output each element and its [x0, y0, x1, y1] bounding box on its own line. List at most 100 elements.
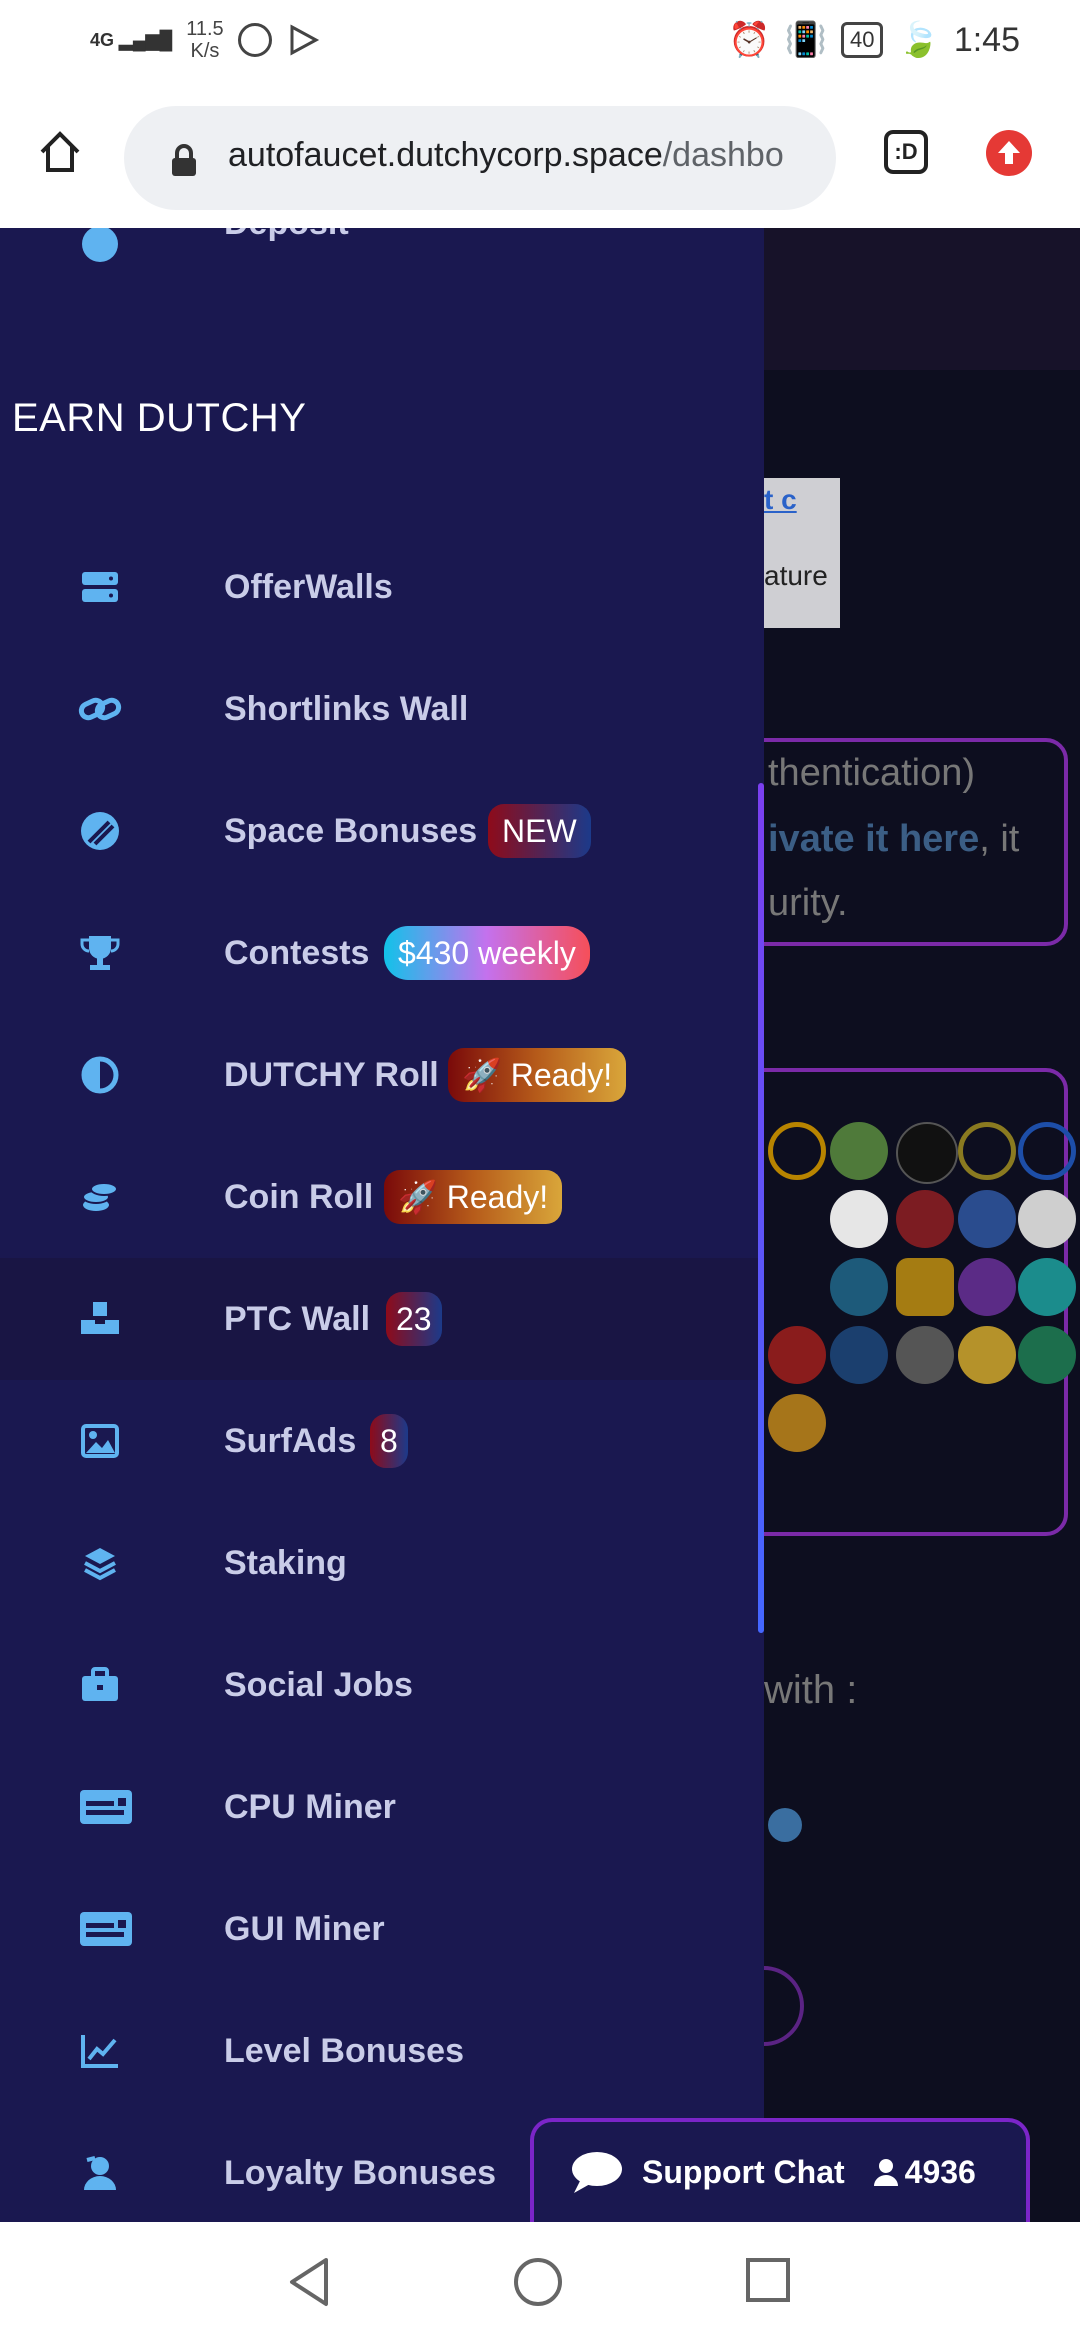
section-title: EARN DUTCHY [12, 396, 307, 440]
sidebar-item-deposit[interactable]: Deposit [0, 228, 764, 272]
sidebar-item-label: CPU Miner [224, 1787, 396, 1826]
coins-card [764, 1068, 1076, 1536]
coins-icon [78, 1175, 122, 1219]
sidebar-item-label: SurfAds [224, 1421, 357, 1460]
notice-link-fragment: t c [764, 484, 797, 515]
rocket-icon: 🚀 [398, 1179, 438, 1215]
speed-unit: K/s [190, 40, 220, 62]
battery-indicator: 40 [840, 22, 884, 58]
chart-line-icon [78, 2029, 122, 2073]
coin-icon [768, 1326, 826, 1384]
ready-badge: 🚀 Ready! [384, 1170, 563, 1224]
leaf-icon: 🍃 [897, 21, 940, 59]
count-badge: 23 [386, 1292, 442, 1346]
drawer-scrollbar[interactable] [758, 783, 764, 1633]
id-card-icon [78, 1785, 134, 1829]
sidebar-item-cpu-miner[interactable]: CPU Miner [0, 1746, 764, 1868]
coin-icon [958, 1190, 1016, 1248]
coin-icon [830, 1258, 888, 1316]
sidebar-item-coin-roll[interactable]: Coin Roll 🚀 Ready! [0, 1136, 764, 1258]
zcash-icon [768, 1394, 826, 1452]
sidebar-item-offerwalls[interactable]: OfferWalls [0, 526, 764, 648]
status-bar: 4G ▂▄▆█ 11.5 K/s ⏰ 📳 40 🍃 1:45 [0, 0, 1080, 84]
prize-badge: $430 weekly [384, 926, 590, 980]
sidebar-item-ptc-wall[interactable]: PTC Wall 23 [0, 1258, 764, 1380]
sidebar-item-shortlinks-wall[interactable]: Shortlinks Wall [0, 648, 764, 770]
vibrate-icon: 📳 [784, 21, 827, 59]
sidebar-item-label: Space Bonuses [224, 811, 478, 850]
image-icon [78, 1419, 122, 1463]
pancake-icon [1018, 1258, 1076, 1316]
system-nav-bar [0, 2222, 1080, 2340]
background-page: t c ature thentication) ivate it here, i… [764, 228, 1080, 2228]
network-speed: 11.5 K/s [186, 18, 223, 62]
online-count-value: 4936 [904, 2153, 976, 2190]
back-icon[interactable] [286, 2256, 332, 2308]
url-bar[interactable]: autofaucet.dutchycorp.space/dashbo [124, 106, 836, 210]
sidebar-item-label: DUTCHY Roll [224, 1055, 439, 1094]
plus-circle-icon [78, 228, 122, 266]
ready-badge: 🚀 Ready! [448, 1048, 627, 1102]
signal-type: 4G [90, 30, 115, 50]
bg-with-text: with : [764, 1668, 858, 1712]
user-heart-icon [78, 2151, 122, 2195]
sidebar-item-label: Shortlinks Wall [224, 689, 469, 728]
gear-icon [768, 1808, 802, 1842]
online-count: 4936 [873, 2154, 976, 2191]
server-icon [78, 565, 122, 609]
2fa-card: thentication) ivate it here, it urity. [764, 738, 1068, 946]
speed-value: 11.5 [186, 18, 224, 40]
side-drawer: Deposit EARN DUTCHY OfferWalls Shortlink… [0, 228, 764, 2222]
hex-coin-icon [896, 1258, 954, 1316]
hedera-icon [1018, 1190, 1076, 1248]
meteor-icon [78, 809, 122, 853]
sidebar-item-contests[interactable]: Contests $430 weekly [0, 892, 764, 1014]
coin-icon [896, 1190, 954, 1248]
half-circle-icon [78, 1053, 122, 1097]
sidebar-item-surfads[interactable]: SurfAds 8 [0, 1380, 764, 1502]
sidebar-item-space-bonuses[interactable]: Space Bonuses NEW [0, 770, 764, 892]
new-badge: NEW [488, 804, 591, 858]
sidebar-item-dutchy-roll[interactable]: DUTCHY Roll 🚀 Ready! [0, 1014, 764, 1136]
sidebar-item-label: Staking [224, 1543, 347, 1582]
sidebar-item-gui-miner[interactable]: GUI Miner [0, 1868, 764, 1990]
support-chat-label: Support Chat [642, 2153, 845, 2190]
sidebar-item-level-bonuses[interactable]: Level Bonuses [0, 1990, 764, 2112]
sidebar-item-social-jobs[interactable]: Social Jobs [0, 1624, 764, 1746]
recents-button[interactable] [746, 2258, 790, 2302]
update-button[interactable] [986, 130, 1032, 176]
coin-icon [958, 1326, 1016, 1384]
sidebar-item-staking[interactable]: Staking [0, 1502, 764, 1624]
2fa-activate-link[interactable]: ivate it here [768, 818, 979, 860]
coin-icon [830, 1326, 888, 1384]
lock-icon [172, 144, 196, 176]
bitcoin-icon [830, 1122, 888, 1180]
sidebar-item-label: Contests [224, 933, 370, 972]
id-card-icon [78, 1907, 134, 1951]
chat-bubble-icon [572, 2152, 622, 2193]
stellar-icon [896, 1326, 954, 1384]
chainlink-icon [1018, 1122, 1076, 1180]
layers-icon [78, 1541, 122, 1585]
sidebar-item-label: Level Bonuses [224, 2031, 464, 2070]
2fa-line1: thentication) [768, 752, 976, 794]
count-badge: 8 [370, 1414, 408, 1468]
coin-icon [958, 1258, 1016, 1316]
rocket-icon: 🚀 [462, 1057, 502, 1093]
cubes-icon [78, 1297, 122, 1341]
ready-badge-text: Ready! [510, 1057, 613, 1093]
arrow-up-icon [998, 141, 1020, 164]
cardano-icon [896, 1122, 958, 1184]
url-text: autofaucet.dutchycorp.space/dashbo [228, 136, 828, 175]
home-icon[interactable] [36, 128, 84, 176]
notice-text: ature [764, 560, 828, 591]
browser-toolbar: autofaucet.dutchycorp.space/dashbo :D [0, 84, 1080, 229]
url-domain: autofaucet.dutchycorp.space [228, 136, 663, 174]
tab-switcher-button[interactable]: :D [884, 130, 928, 174]
sidebar-item-label: Loyalty Bonuses [224, 2153, 497, 2192]
2fa-line3: urity. [768, 882, 848, 924]
link-icon [78, 687, 122, 731]
dropdown-button [764, 1966, 804, 2046]
support-chat-button[interactable]: Support Chat 4936 [530, 2118, 1030, 2222]
home-button[interactable] [514, 2258, 562, 2306]
